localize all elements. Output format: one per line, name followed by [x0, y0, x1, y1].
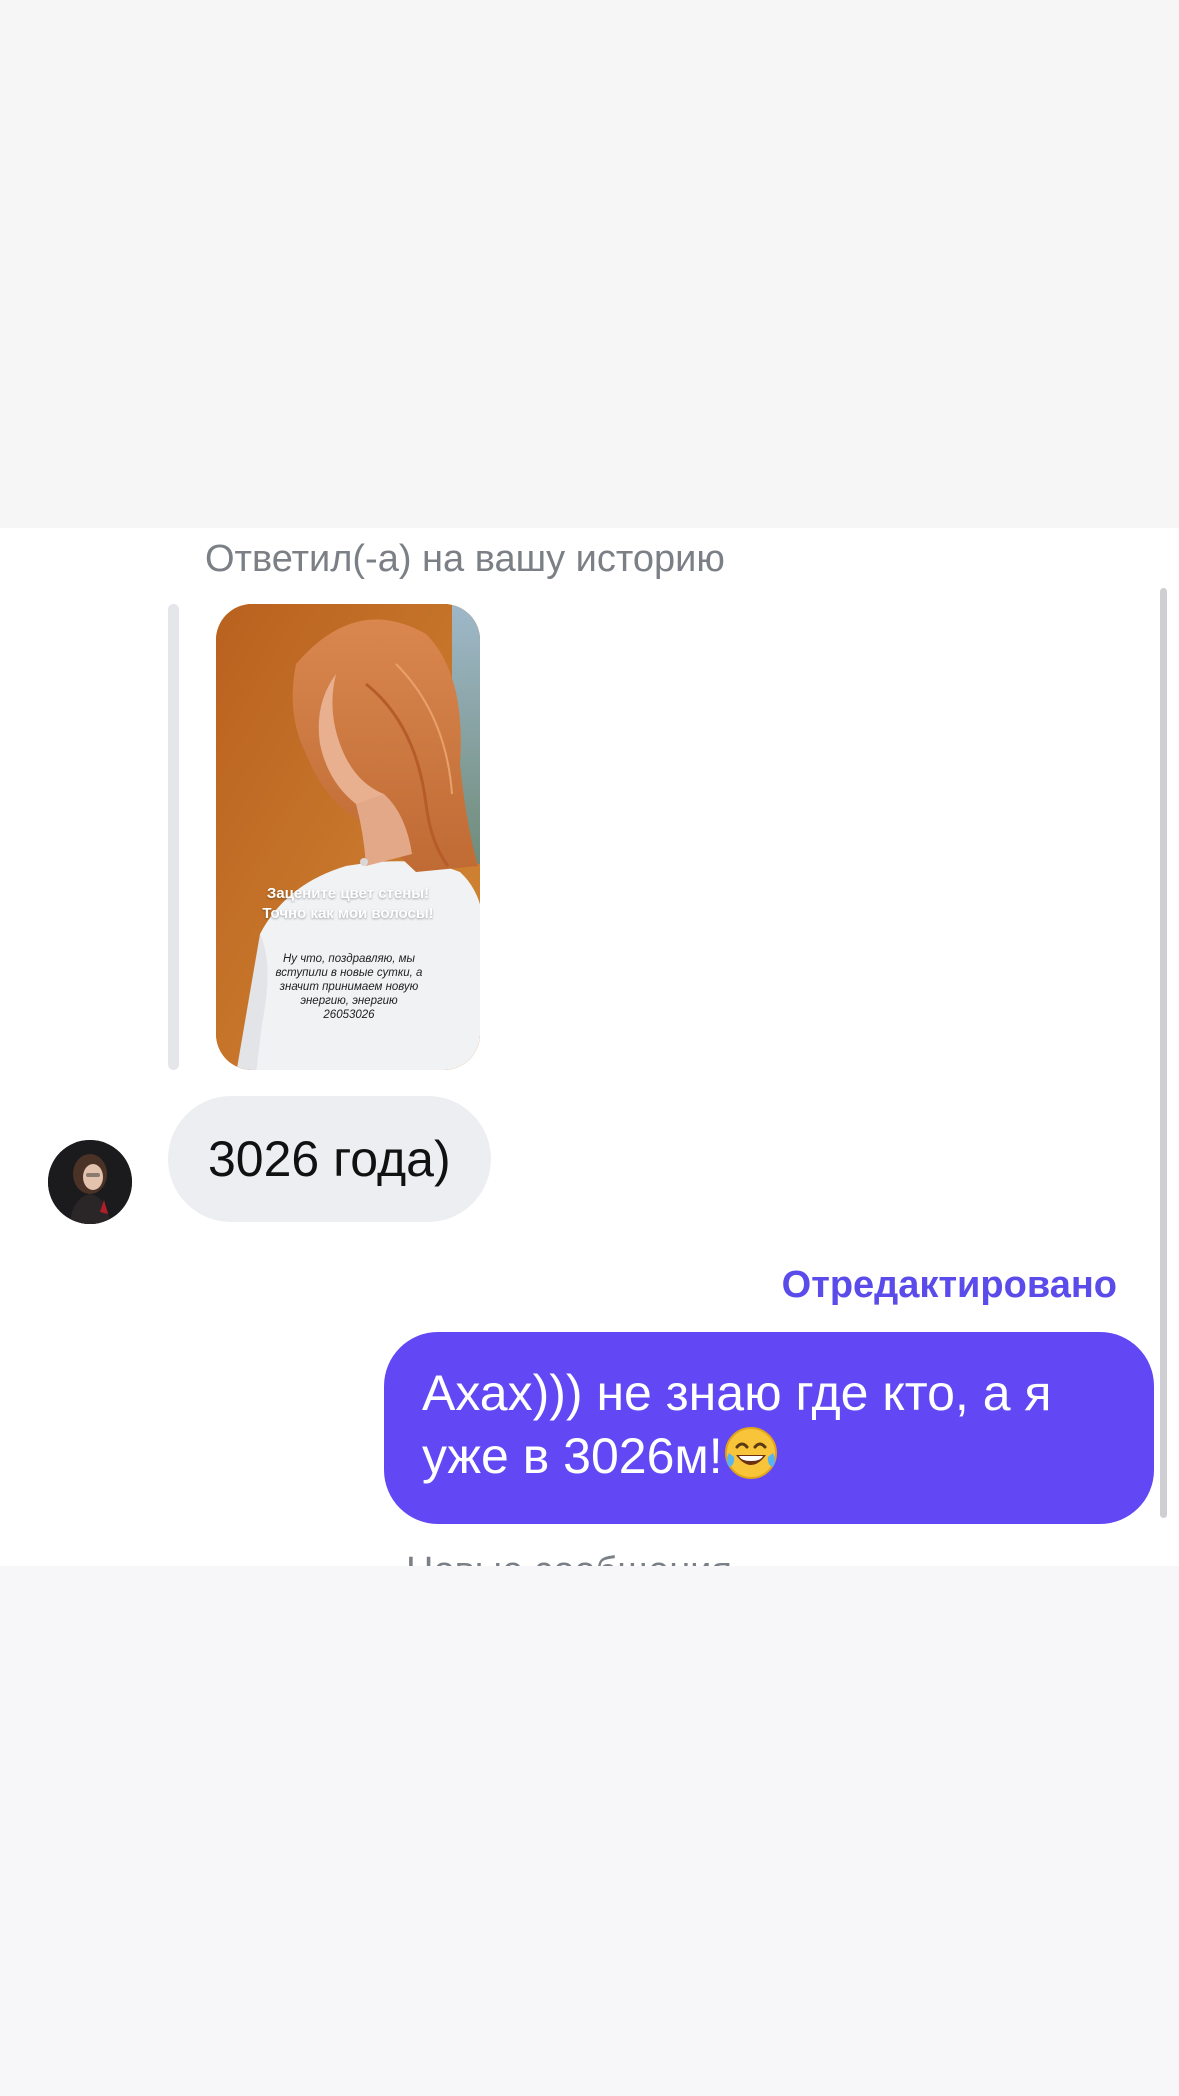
story-body-line: Ну что, поздравляю, мы — [282, 953, 416, 965]
chat-message-list[interactable]: Ответил(-а) на вашу историю Зацените цве… — [0, 528, 1179, 1566]
story-reply-caption: Ответил(-а) на вашу историю — [205, 538, 725, 580]
edited-label: Отредактировано — [781, 1264, 1117, 1306]
message-text: 3026 года) — [208, 1131, 451, 1187]
story-headline-line: Точно как мои волосы! — [262, 905, 434, 922]
bottom-blank-area — [0, 1566, 1179, 2096]
story-body-line: значит принимаем новую — [279, 981, 419, 993]
story-body-line: вступили в новые сутки, а — [275, 967, 423, 979]
story-headline-line: Зацените цвет стены! — [266, 885, 430, 902]
avatar-photo — [48, 1140, 132, 1224]
story-body-text: Ну что, поздравляю, мы вступили в новые … — [254, 952, 444, 1022]
outgoing-message-bubble[interactable]: Ахах))) не знаю где кто, а я уже в 3026м… — [384, 1332, 1154, 1524]
story-body-line: энергию, энергию — [300, 995, 398, 1007]
laughing-with-tears-emoji-icon — [723, 1425, 779, 1496]
message-text-line: Ахах))) не знаю где кто, а я — [422, 1365, 1052, 1421]
story-thumbnail[interactable]: Зацените цвет стены! Точно как мои волос… — [216, 604, 480, 1070]
incoming-message-bubble[interactable]: 3026 года) — [168, 1096, 491, 1222]
story-headline: Зацените цвет стены! Точно как мои волос… — [216, 884, 480, 924]
message-text-line: уже в 3026м! — [422, 1428, 723, 1484]
new-messages-divider: Новые сообщения — [406, 1550, 732, 1566]
reply-quote-line — [168, 604, 179, 1070]
avatar[interactable] — [48, 1140, 132, 1224]
scrollbar[interactable] — [1160, 588, 1167, 1518]
top-blank-area — [0, 0, 1179, 528]
story-body-line: 26053026 — [323, 1009, 375, 1021]
message-text-line-wrapper: уже в 3026м! — [422, 1425, 1118, 1496]
